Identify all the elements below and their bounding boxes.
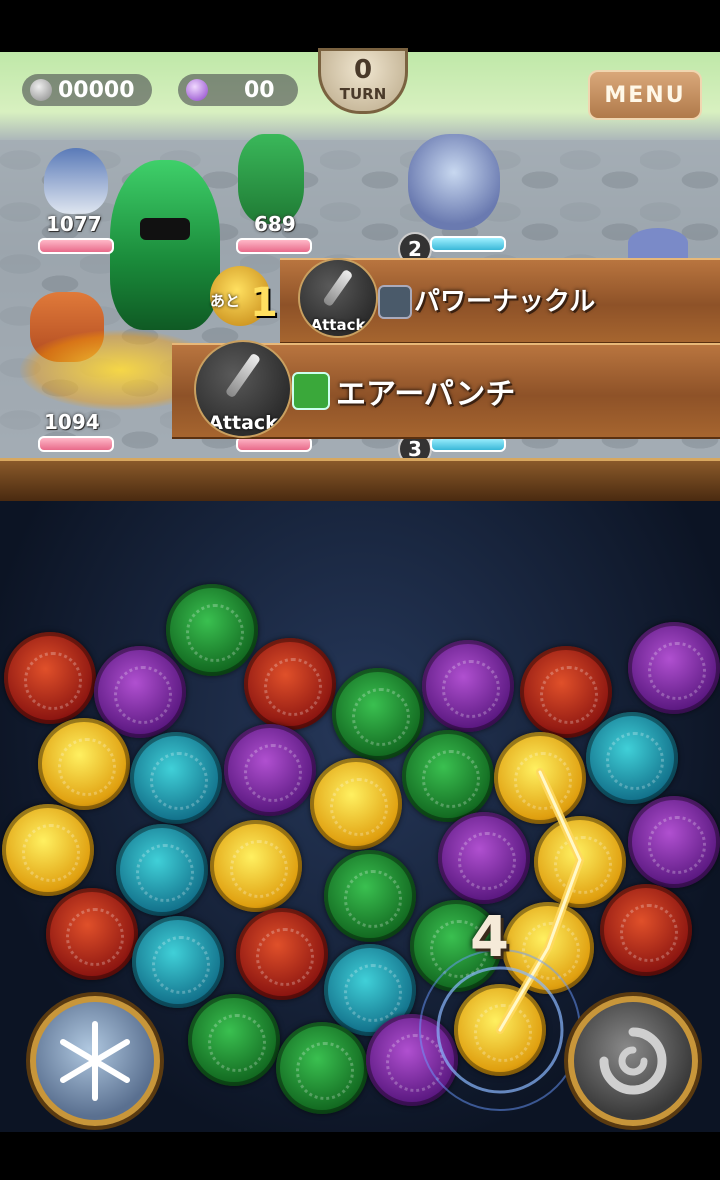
combo-count: 4: [470, 905, 509, 970]
swirl-skill-button[interactable]: [568, 996, 698, 1126]
snowflake-skill-button[interactable]: [30, 996, 160, 1126]
board-frame-bottom: [0, 1132, 720, 1180]
swirl-icon: [599, 1027, 667, 1095]
snowflake-icon: [60, 1021, 130, 1101]
